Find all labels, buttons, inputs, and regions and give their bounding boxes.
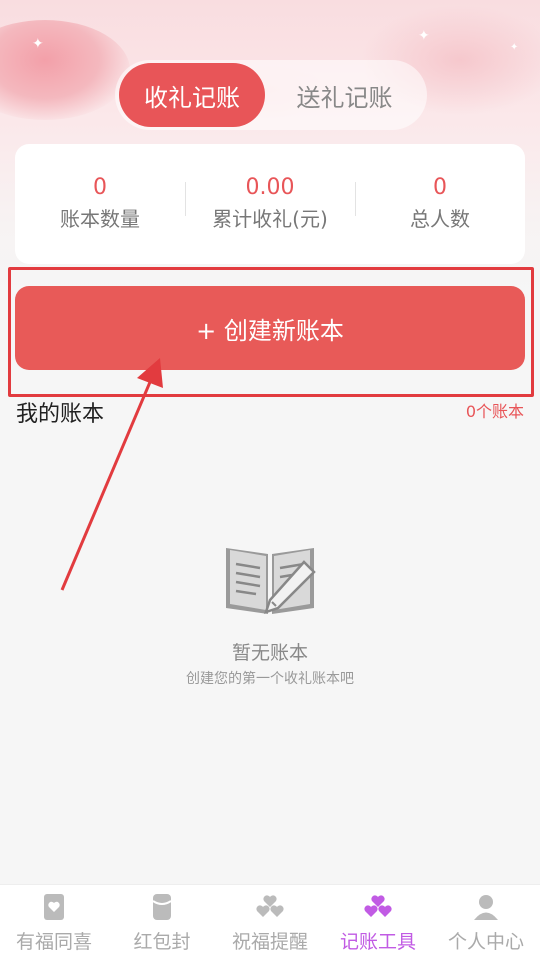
stat-total-received: 0.00 累计收礼(元) <box>185 174 355 234</box>
section-title: 我的账本 <box>16 402 105 427</box>
stat-value: 0.00 <box>245 175 295 200</box>
card-heart-icon <box>44 894 64 920</box>
envelope-icon <box>152 894 172 920</box>
nav-label: 记账工具 <box>339 931 416 953</box>
nav-item-shared-joy[interactable]: 有福同喜 <box>0 885 108 960</box>
stats-card: 0 账本数量 0.00 累计收礼(元) 0 总人数 <box>15 144 525 264</box>
stat-total-people: 0 总人数 <box>355 174 525 234</box>
stat-value: 0 <box>433 175 447 200</box>
empty-state-title: 暂无账本 <box>231 642 308 664</box>
sparkle-icon: ✦ <box>418 28 430 44</box>
bottom-navigation: 有福同喜 红包封 祝福提醒 记账工具 个人中心 <box>0 884 540 960</box>
book-pen-icon <box>226 548 316 614</box>
ledger-count-label: 0个账本 <box>465 402 524 421</box>
hearts-icon <box>364 895 392 917</box>
stat-value: 0 <box>93 175 107 200</box>
empty-state-subtitle: 创建您的第一个收礼账本吧 <box>186 671 354 687</box>
sparkle-icon: ✦ <box>32 36 44 52</box>
nav-label: 红包封 <box>133 931 191 953</box>
nav-label: 祝福提醒 <box>231 931 308 953</box>
ledger-type-tabs: 收礼记账 送礼记账 <box>115 60 427 130</box>
nav-item-red-envelope[interactable]: 红包封 <box>108 885 216 960</box>
annotation-highlight-box <box>8 267 534 397</box>
nav-item-profile[interactable]: 个人中心 <box>432 885 540 960</box>
sparkle-icon: ✦ <box>510 42 519 53</box>
nav-label: 有福同喜 <box>15 931 92 953</box>
nav-item-bookkeeping-tool[interactable]: 记账工具 <box>324 885 432 960</box>
nav-label: 个人中心 <box>447 931 524 953</box>
hearts-icon <box>256 895 284 917</box>
cloud-decoration <box>0 20 130 120</box>
nav-item-blessing-reminder[interactable]: 祝福提醒 <box>216 885 324 960</box>
stat-ledger-count: 0 账本数量 <box>15 174 185 234</box>
tab-send-gifts[interactable]: 送礼记账 <box>265 63 424 127</box>
stat-label: 累计收礼(元) <box>212 207 328 231</box>
person-icon <box>474 895 498 920</box>
stat-label: 账本数量 <box>60 207 140 231</box>
stat-label: 总人数 <box>410 207 470 231</box>
tab-receive-gifts[interactable]: 收礼记账 <box>119 63 265 127</box>
